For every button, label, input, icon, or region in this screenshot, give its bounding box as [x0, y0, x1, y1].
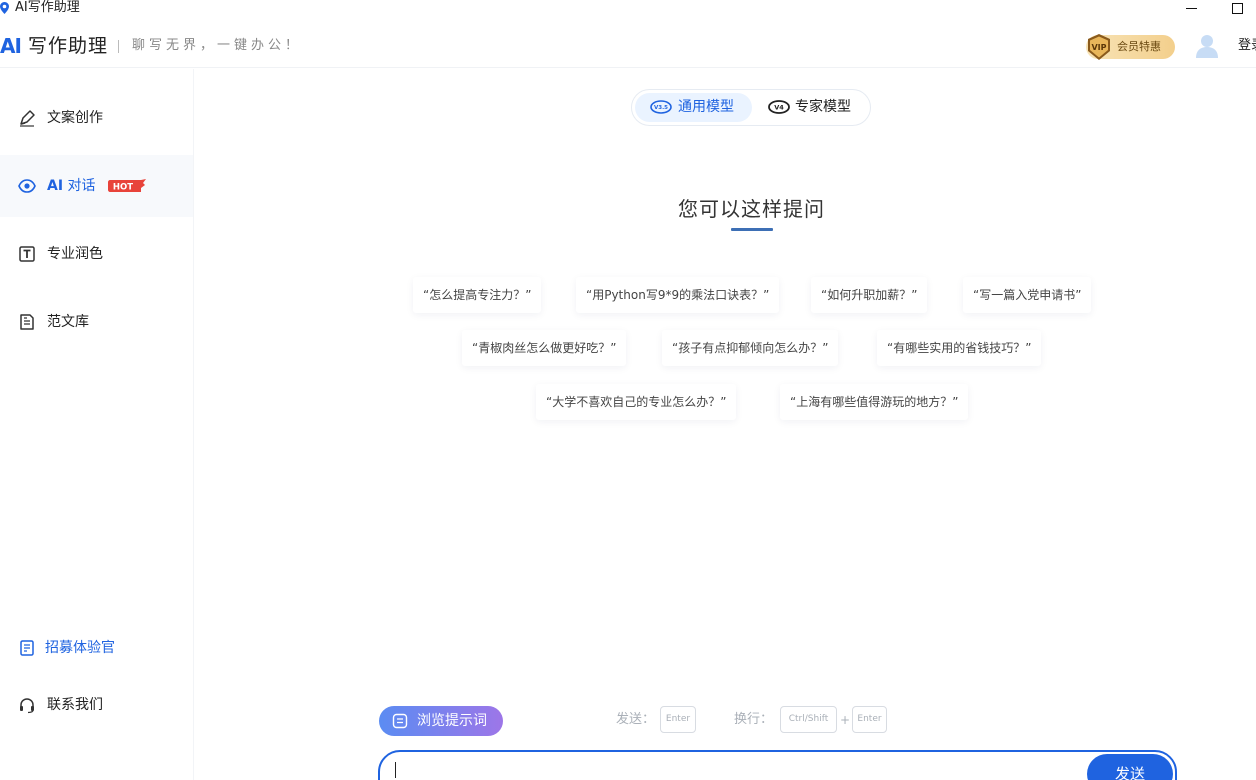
sidebar-item-recruit[interactable]: 招募体验官	[0, 633, 193, 663]
logo-ai: AI	[0, 34, 22, 58]
suggestion-chip[interactable]: “如何升职加薪？”	[811, 277, 928, 313]
window-titlebar: AI写作助理	[0, 0, 1256, 18]
document-icon	[20, 314, 34, 330]
sidebar-item-label: 招募体验官	[45, 640, 115, 656]
eye-chat-icon	[18, 179, 36, 193]
browse-prompts-button[interactable]: 浏览提示词	[379, 706, 503, 736]
sidebar-item-library[interactable]: 范文库	[0, 291, 193, 353]
sidebar-item-label: 专业润色	[47, 246, 103, 262]
vip-label: 会员特惠	[1117, 40, 1161, 53]
vip-crown-icon: VIP	[1088, 34, 1110, 60]
key-plus-sign: +	[840, 713, 851, 727]
title-underline	[731, 228, 773, 231]
hot-badge: HOT	[108, 179, 146, 193]
svg-text:HOT: HOT	[113, 183, 133, 193]
suggestion-chip[interactable]: “青椒肉丝怎么做更好吃？”	[462, 330, 627, 366]
model-v4-icon: V4	[768, 100, 790, 114]
text-caret	[395, 762, 396, 778]
send-label: 发送	[1114, 765, 1145, 780]
suggestion-chip[interactable]: “写一篇入党申请书”	[963, 277, 1092, 313]
suggestion-chip[interactable]: “怎么提高专注力？”	[413, 277, 542, 313]
window-title: AI写作助理	[15, 0, 80, 15]
user-avatar-icon[interactable]	[1195, 33, 1219, 59]
sidebar-item-label: AI 对话	[47, 177, 96, 195]
sidebar-item-label: 范文库	[47, 314, 89, 330]
general-model-label: 通用模型	[678, 99, 734, 115]
app-logo-icon	[0, 2, 9, 14]
prompt-list-icon	[392, 713, 408, 729]
slogan: 聊写无界，一键办公！	[132, 38, 303, 53]
sidebar-item-polish[interactable]: 专业润色	[0, 223, 193, 285]
pen-icon	[20, 110, 35, 127]
logo-text: 写作助理	[28, 35, 109, 57]
minimize-button[interactable]	[1180, 0, 1202, 16]
model-v35-icon: V3.5	[650, 100, 672, 114]
general-model-tab[interactable]: V3.5 通用模型	[635, 93, 752, 122]
login-link[interactable]: 登录	[1238, 38, 1256, 54]
expert-model-label: 专家模型	[795, 99, 851, 115]
suggestion-chip[interactable]: “用Python写9*9的乘法口诀表？”	[576, 277, 780, 313]
sidebar-item-contact[interactable]: 联系我们	[0, 690, 193, 720]
svg-text:V4: V4	[774, 104, 784, 112]
svg-text:VIP: VIP	[1091, 43, 1106, 52]
text-box-icon	[19, 246, 35, 262]
send-shortcut-hint: 发送：	[616, 712, 656, 727]
model-toggle: V3.5 通用模型 V4 专家模型	[631, 89, 871, 126]
newline-shortcut-hint: 换行：	[734, 712, 774, 727]
suggestion-chip[interactable]: “孩子有点抑郁倾向怎么办？”	[662, 330, 839, 366]
sidebar-item-copywriting[interactable]: 文案创作	[0, 87, 193, 149]
send-button[interactable]: 发送	[1087, 754, 1173, 780]
enter-key-hint: Enter	[660, 706, 696, 733]
maximize-button[interactable]	[1226, 0, 1248, 16]
ai-chat-text: 对话	[67, 178, 96, 194]
ctrl-shift-key-hint: Ctrl/Shift	[780, 706, 837, 733]
headset-icon	[20, 698, 34, 714]
ai-prefix: AI	[47, 178, 64, 194]
sidebar-item-label: 文案创作	[47, 110, 103, 126]
expert-model-tab[interactable]: V4 专家模型	[758, 93, 868, 122]
vip-offer-button[interactable]: VIP 会员特惠	[1086, 34, 1175, 60]
enter-key-hint: Enter	[852, 706, 887, 733]
sidebar-item-label: 联系我们	[47, 697, 103, 713]
app-header: AI 写作助理 聊写无界，一键办公！ VIP 会员特惠 登录	[0, 20, 1256, 68]
form-icon	[20, 640, 34, 656]
suggestion-chip[interactable]: “有哪些实用的省钱技巧？”	[877, 330, 1042, 366]
suggestion-chip[interactable]: “上海有哪些值得游玩的地方？”	[780, 384, 969, 420]
prompt-suggestions-title: 您可以这样提问	[678, 197, 825, 221]
sidebar: 文案创作 AI 对话 HOT 专业润色 范文库 招募体验官 联系我们	[0, 69, 194, 780]
sidebar-item-ai-chat[interactable]: AI 对话 HOT	[0, 155, 193, 217]
chat-input[interactable]	[378, 750, 1177, 780]
suggestion-chip[interactable]: “大学不喜欢自己的专业怎么办？”	[536, 384, 737, 420]
slogan-divider	[118, 40, 119, 53]
browse-prompts-label: 浏览提示词	[417, 713, 487, 729]
svg-text:V3.5: V3.5	[654, 105, 668, 111]
